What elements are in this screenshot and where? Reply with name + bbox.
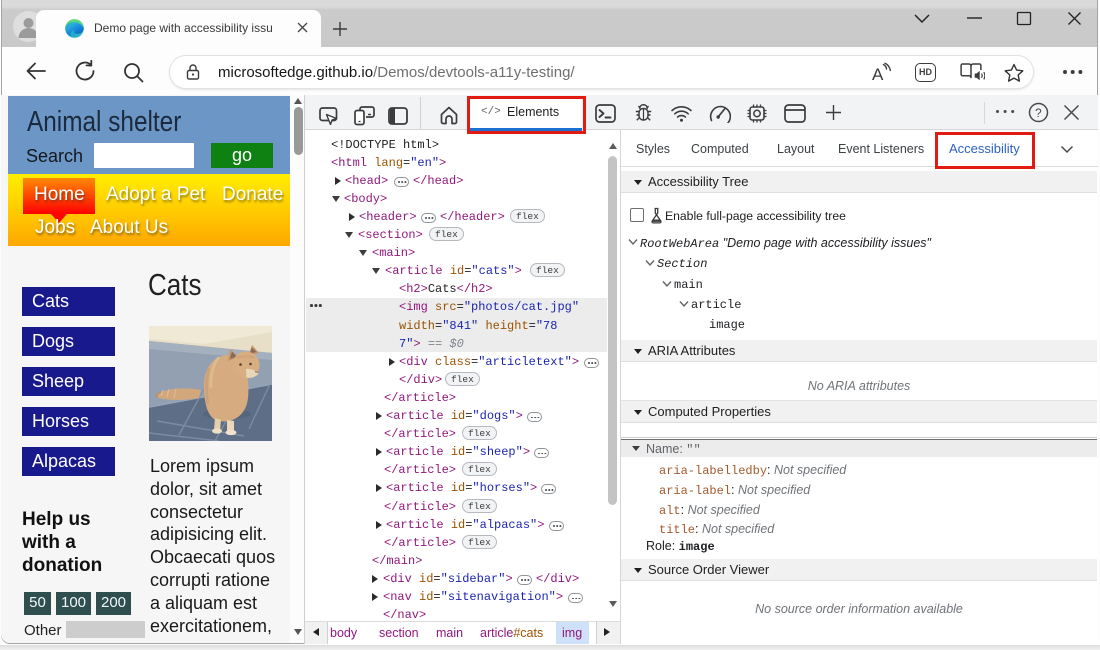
svg-text:A: A bbox=[872, 65, 884, 83]
svg-text:?: ? bbox=[1035, 106, 1042, 120]
